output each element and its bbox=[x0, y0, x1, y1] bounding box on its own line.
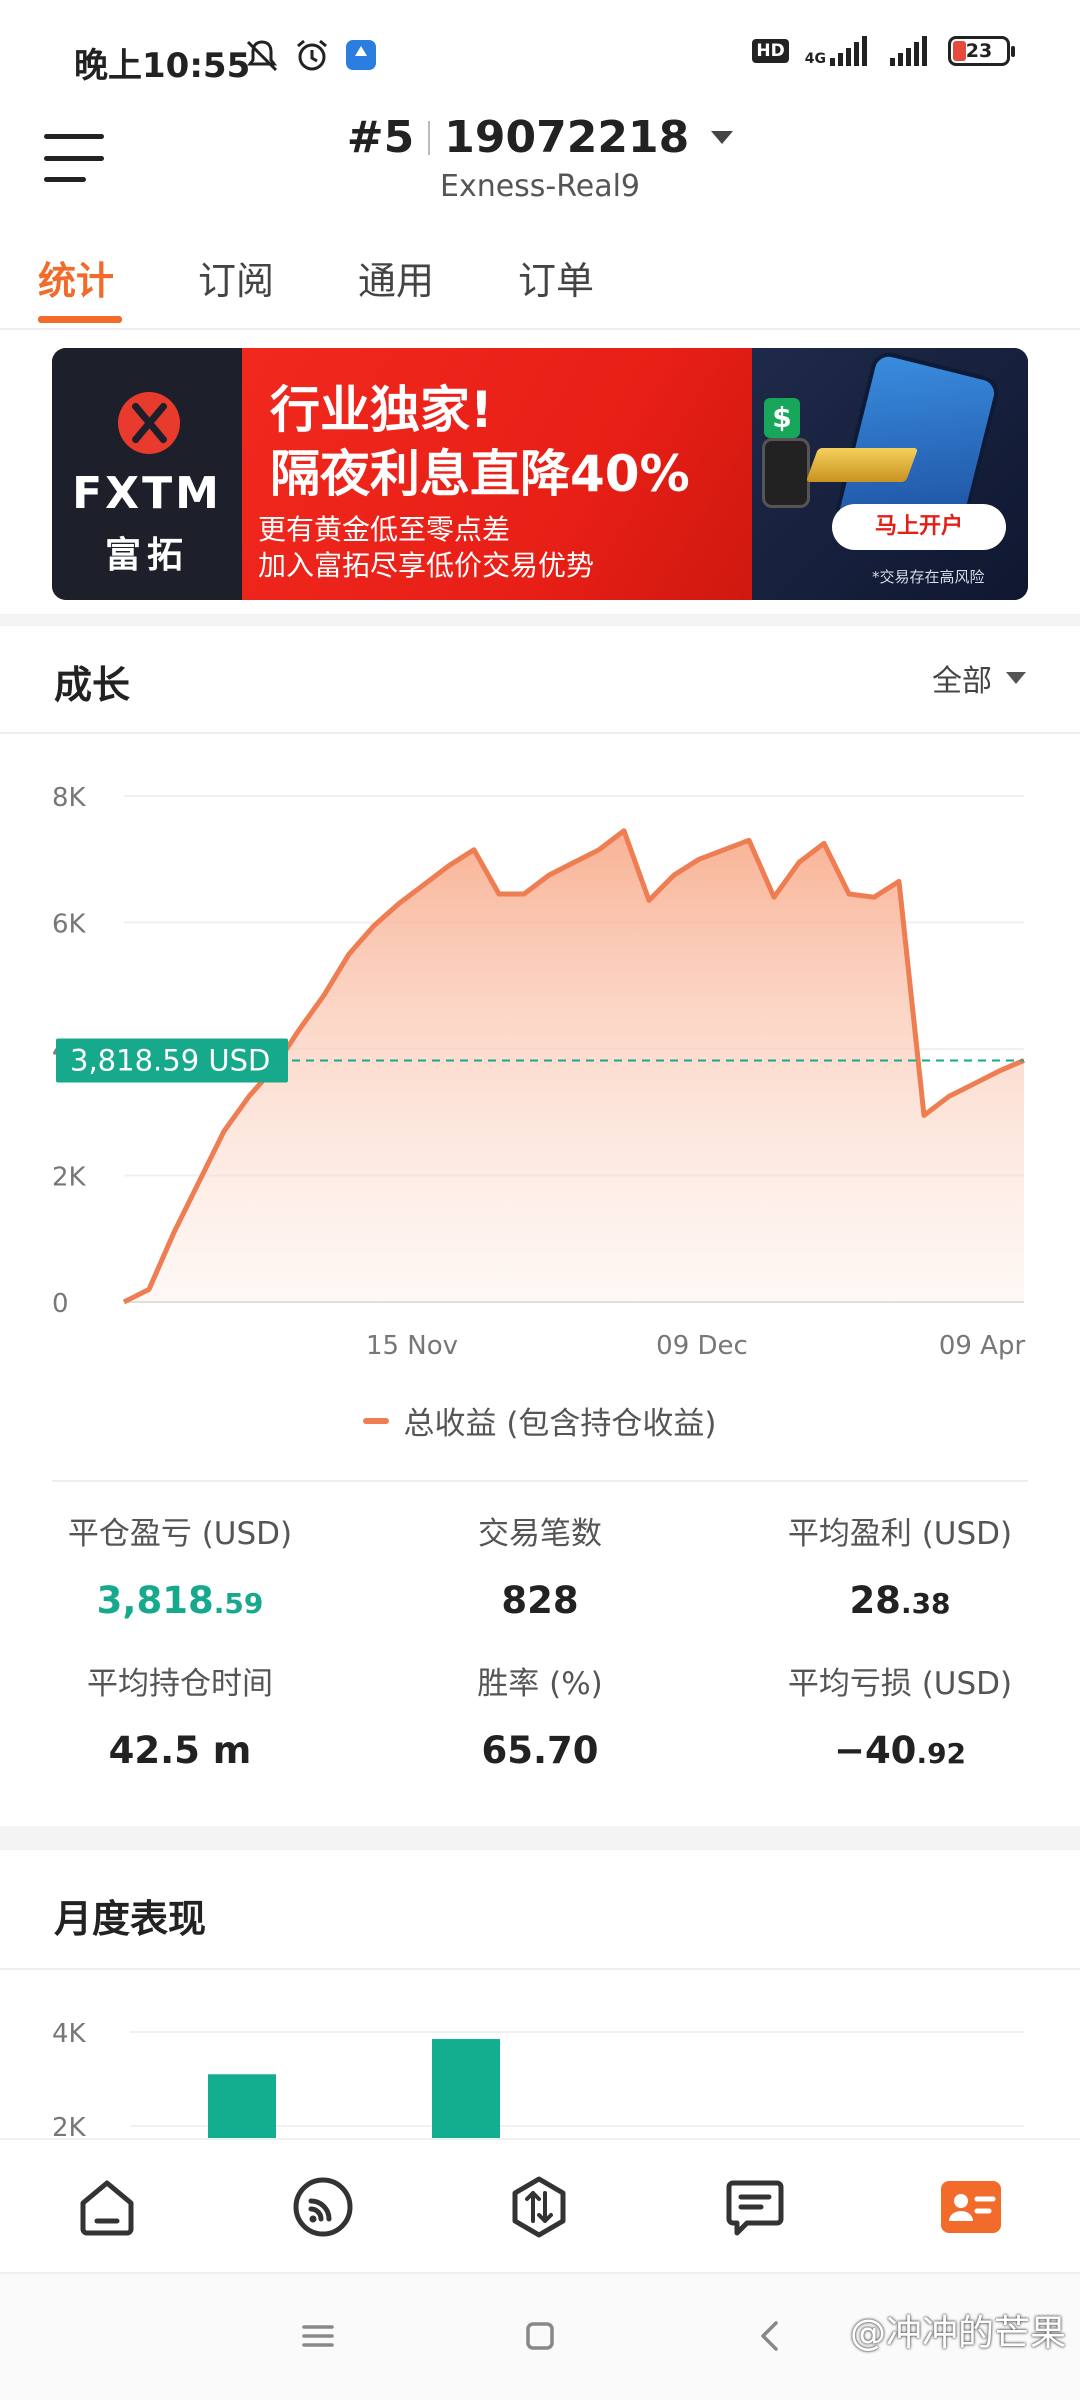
stat-label: 平均亏损 (USD) bbox=[787, 1666, 1013, 1702]
y-tick-label: 0 bbox=[52, 1289, 69, 1319]
legend-swatch bbox=[363, 1417, 390, 1424]
watermark: @冲冲的芒果 bbox=[849, 2313, 1066, 2354]
banner-subtext-1: 更有黄金低至零点差 bbox=[258, 513, 511, 546]
stat-value: 28.38 bbox=[849, 1579, 951, 1622]
y-tick-label: 8K bbox=[52, 783, 87, 813]
stat-value: −40.92 bbox=[833, 1729, 967, 1772]
x-tick-label: 15 Nov bbox=[366, 1331, 458, 1361]
open-account-button[interactable]: 马上开户 bbox=[832, 504, 1006, 550]
monthly-chart: 4K 2K bbox=[52, 2019, 1024, 2138]
tab-bar: 统计 订阅 通用 订单 bbox=[0, 238, 1080, 330]
brand-name-cn: 富拓 bbox=[104, 535, 189, 576]
status-bar: 晚上10:55 HD 4G 23 bbox=[0, 0, 1080, 110]
profile-card-icon bbox=[941, 2181, 1001, 2233]
chat-icon bbox=[726, 2180, 784, 2236]
tab-general[interactable]: 通用 bbox=[358, 250, 434, 330]
home-nav-icon[interactable] bbox=[522, 2318, 558, 2354]
divider bbox=[0, 1968, 1080, 1970]
divider bbox=[52, 1480, 1028, 1482]
risk-note: *交易存在高风险 bbox=[872, 568, 985, 586]
wifi-signal-icon bbox=[890, 36, 927, 66]
nav-messages[interactable] bbox=[720, 2172, 790, 2242]
banner-headline-2: 隔夜利息直降40% bbox=[270, 445, 690, 503]
y-tick-label: 4K bbox=[52, 2019, 87, 2049]
stat-trade-count: 交易笔数 828 bbox=[360, 1508, 720, 1622]
hd-badge: HD bbox=[752, 39, 789, 63]
mute-bell-icon bbox=[246, 40, 278, 72]
stat-value: 42.5 m bbox=[108, 1729, 252, 1772]
growth-title: 成长 bbox=[54, 663, 131, 707]
stat-avg-hold-time: 平均持仓时间 42.5 m bbox=[0, 1658, 360, 1772]
banner-headline-1: 行业独家! bbox=[270, 381, 493, 439]
trade-icon bbox=[512, 2176, 566, 2238]
ad-banner[interactable]: FXTM 富拓 $ 行业独家! 隔夜利息直降40% 更有黄金低至零点差 加入富拓… bbox=[52, 348, 1028, 600]
clock: 晚上10:55 bbox=[74, 46, 251, 86]
oil-barrel-illustration bbox=[762, 438, 810, 508]
tab-orders[interactable]: 订单 bbox=[518, 250, 594, 330]
stat-label: 平均持仓时间 bbox=[87, 1666, 273, 1702]
account-id: 19072218 bbox=[444, 112, 690, 163]
chevron-down-icon bbox=[711, 131, 734, 144]
monthly-bar[interactable] bbox=[208, 2074, 276, 2138]
back-nav-icon[interactable] bbox=[752, 2318, 788, 2354]
alarm-icon bbox=[297, 39, 327, 71]
account-server: Exness-Real9 bbox=[439, 169, 641, 204]
fxtm-x-icon bbox=[118, 392, 180, 454]
stat-avg-profit: 平均盈利 (USD) 28.38 bbox=[720, 1508, 1080, 1622]
account-selector[interactable]: #5 19072218 Exness-Real9 bbox=[0, 112, 1080, 204]
stat-win-rate: 胜率 (%) 65.70 bbox=[360, 1658, 720, 1772]
y-tick-label: 6K bbox=[52, 910, 87, 940]
x-tick-label: 09 Dec bbox=[656, 1331, 748, 1361]
home-icon bbox=[80, 2180, 134, 2236]
network-type: 4G bbox=[804, 51, 826, 67]
banner-subtext-2: 加入富拓尽享低价交易优势 bbox=[258, 549, 595, 582]
monthly-title: 月度表现 bbox=[54, 1897, 207, 1941]
battery-level: 23 bbox=[965, 40, 993, 62]
app-notification-icon bbox=[346, 40, 376, 70]
nav-trade[interactable] bbox=[504, 2172, 574, 2242]
tab-subscribe[interactable]: 订阅 bbox=[198, 250, 274, 330]
current-value-label: 3,818.59 USD bbox=[70, 1043, 270, 1077]
stat-label: 平仓盈亏 (USD) bbox=[67, 1516, 293, 1552]
chevron-down-icon bbox=[1006, 672, 1026, 684]
legend-label: 总收益 (包含持仓收益) bbox=[403, 1406, 717, 1442]
stat-closed-pnl: 平仓盈亏 (USD) 3,818.59 bbox=[0, 1508, 360, 1622]
current-value-tag: 3,818.59 USD bbox=[56, 1038, 288, 1083]
stat-value: 3,818.59 bbox=[96, 1579, 264, 1622]
battery-icon: 23 bbox=[948, 36, 1015, 66]
stat-value: 828 bbox=[501, 1579, 579, 1622]
nav-profile[interactable] bbox=[936, 2172, 1006, 2242]
monthly-bar[interactable] bbox=[432, 2039, 500, 2138]
app-header: #5 19072218 Exness-Real9 bbox=[0, 110, 1080, 220]
stat-label: 平均盈利 (USD) bbox=[787, 1516, 1013, 1552]
account-number: #5 bbox=[346, 112, 415, 163]
section-gap bbox=[0, 1826, 1080, 1850]
range-selector[interactable]: 全部 bbox=[932, 656, 1026, 700]
active-tab-indicator bbox=[38, 316, 122, 323]
gold-bar-illustration bbox=[805, 448, 919, 482]
chart-legend: 总收益 (包含持仓收益) bbox=[0, 1398, 1080, 1443]
brand-name: FXTM bbox=[72, 468, 222, 519]
recent-apps-icon[interactable] bbox=[300, 2318, 336, 2354]
nav-home[interactable] bbox=[72, 2172, 142, 2242]
stat-value: 65.70 bbox=[481, 1729, 599, 1772]
divider bbox=[0, 732, 1080, 734]
y-tick-label: 2K bbox=[52, 1163, 87, 1193]
growth-chart: 02K4K6K8K 15 Nov09 Dec09 Apr 3,818.59 US… bbox=[52, 783, 1026, 1361]
range-label: 全部 bbox=[932, 664, 992, 699]
signal-feed-icon bbox=[293, 2177, 353, 2237]
nav-signals[interactable] bbox=[288, 2172, 358, 2242]
x-tick-label: 09 Apr bbox=[939, 1331, 1026, 1361]
stat-label: 胜率 (%) bbox=[477, 1666, 603, 1702]
fxtm-logo: FXTM 富拓 bbox=[52, 348, 242, 600]
stat-label: 交易笔数 bbox=[478, 1516, 602, 1552]
bottom-nav bbox=[0, 2138, 1080, 2272]
signal-icon bbox=[830, 36, 867, 66]
y-tick-label: 2K bbox=[52, 2113, 87, 2138]
dollar-icon: $ bbox=[764, 398, 800, 438]
section-gap bbox=[0, 614, 1080, 626]
stat-avg-loss: 平均亏损 (USD) −40.92 bbox=[720, 1658, 1080, 1772]
status-right: HD 4G 23 bbox=[752, 36, 1015, 67]
system-nav-bar: @冲冲的芒果 bbox=[0, 2272, 1080, 2400]
